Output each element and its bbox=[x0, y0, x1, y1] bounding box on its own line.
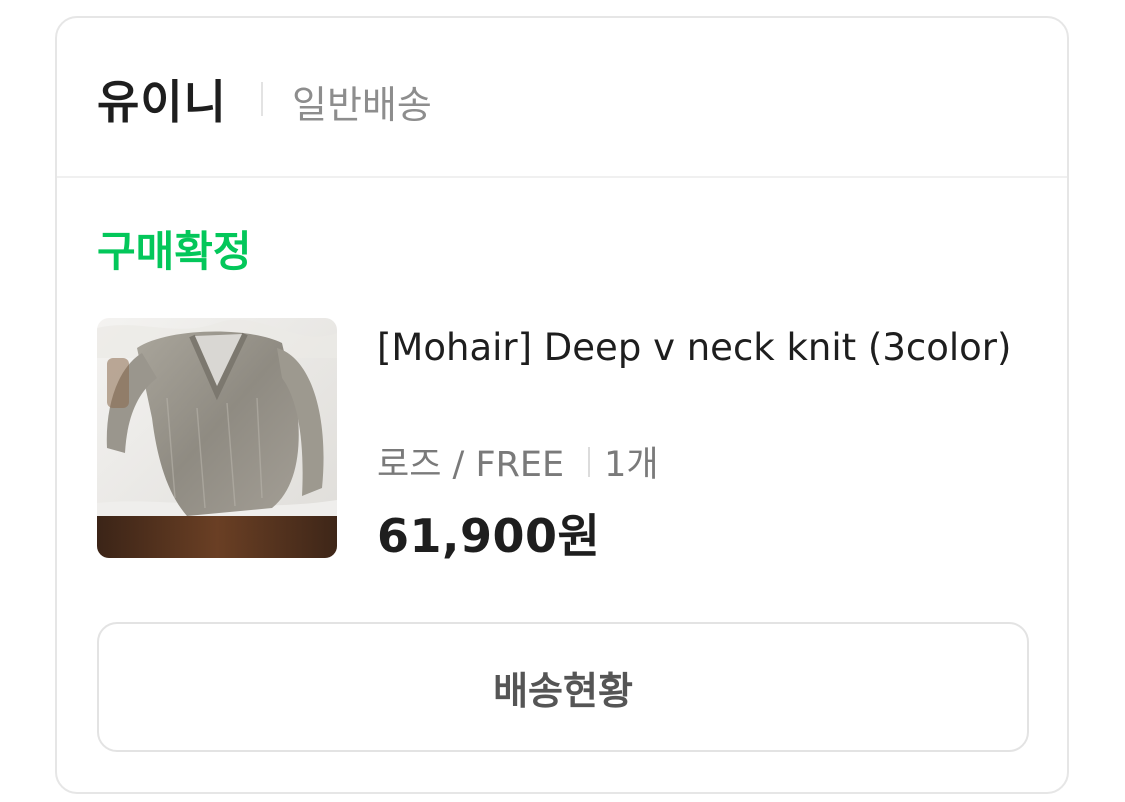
option-divider bbox=[588, 446, 591, 477]
header-divider bbox=[261, 82, 263, 116]
product-price: 61,900원 bbox=[377, 509, 601, 563]
product-title[interactable]: [Mohair] Deep v neck knit (3color) bbox=[377, 322, 1017, 374]
product-option: 로즈 / FREE bbox=[377, 445, 565, 485]
store-name[interactable]: 유이니 bbox=[97, 66, 227, 132]
order-card-header: 유이니 일반배송 bbox=[57, 18, 1067, 178]
order-status: 구매확정 bbox=[97, 227, 252, 276]
order-card: 유이니 일반배송 구매확정 [Mohair] Deep v neck knit … bbox=[55, 16, 1069, 794]
product-thumbnail[interactable] bbox=[97, 318, 337, 558]
track-delivery-button[interactable]: 배송현황 bbox=[97, 622, 1029, 752]
product-quantity: 1개 bbox=[604, 445, 659, 485]
delivery-type: 일반배송 bbox=[292, 83, 432, 127]
product-options: 로즈 / FREE 1개 bbox=[377, 436, 659, 487]
sweater-photo bbox=[97, 318, 337, 558]
